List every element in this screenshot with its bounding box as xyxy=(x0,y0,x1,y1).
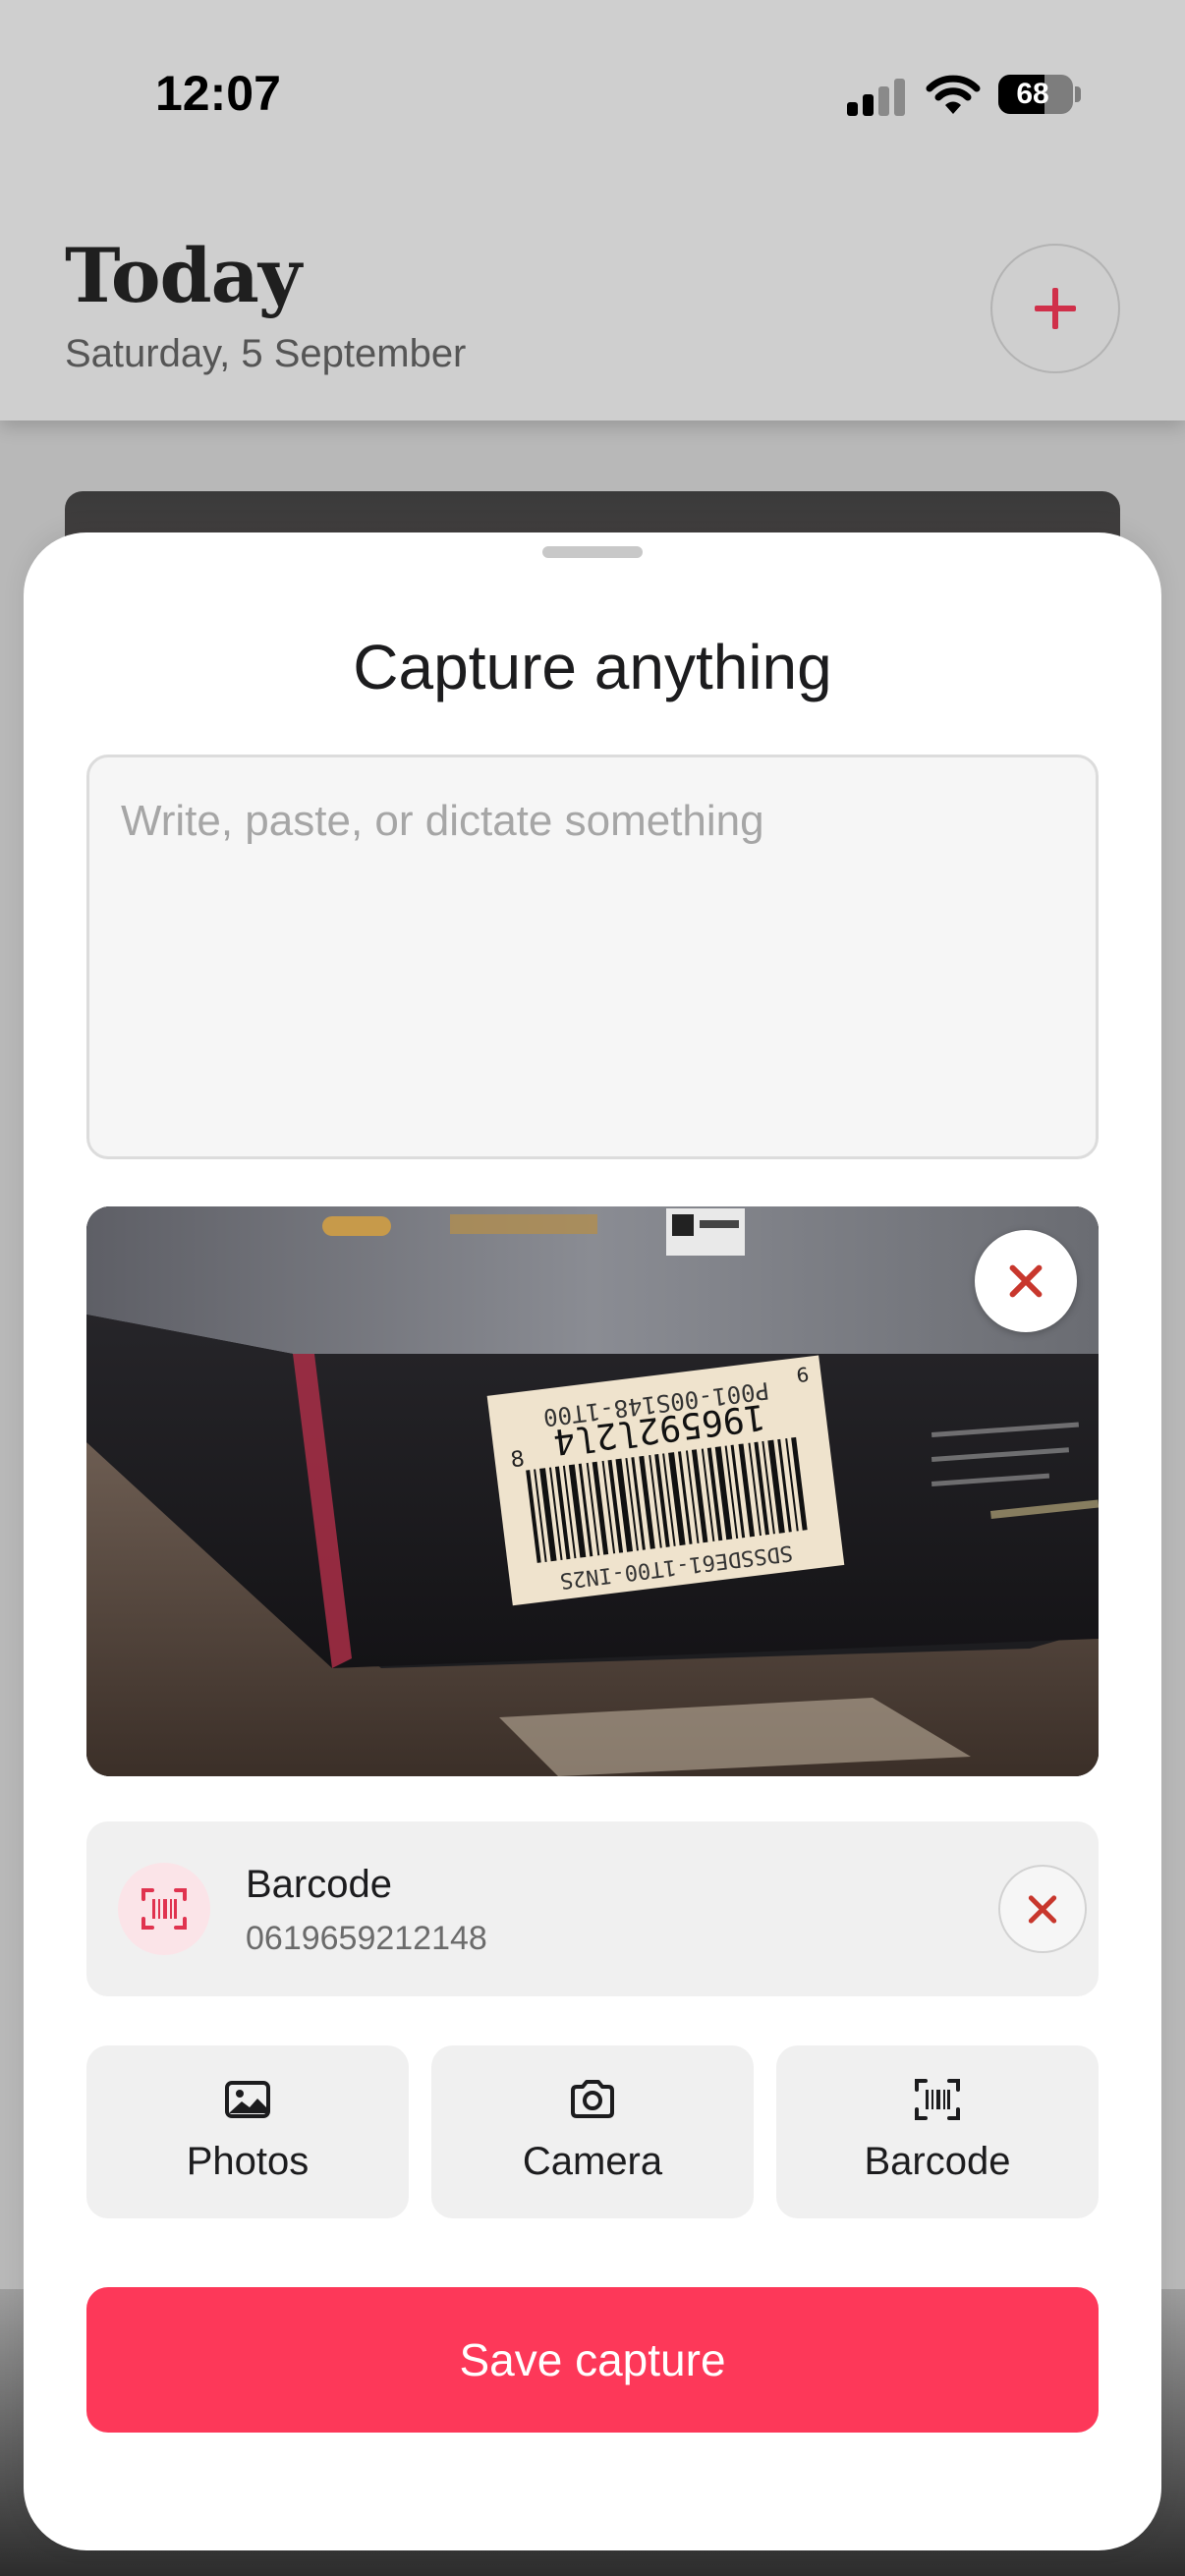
battery-cap xyxy=(1075,86,1081,102)
barcode-result: Barcode 0619659212148 xyxy=(86,1821,1099,1996)
barcode-scan-icon xyxy=(915,2079,960,2120)
barcode-value: 0619659212148 xyxy=(246,1920,487,1957)
photo-image: P001-00S148-1T00 196592l2l4 SDSSDE61-1T0… xyxy=(86,1206,1099,1776)
photos-button-label: Photos xyxy=(186,2140,310,2183)
wifi-icon xyxy=(926,75,981,114)
image-icon xyxy=(225,2081,270,2118)
barcode-scan-icon xyxy=(141,1888,187,1930)
page-date: Saturday, 5 September xyxy=(65,332,467,375)
camera-button-label: Camera xyxy=(522,2140,663,2183)
battery-percent: 68 xyxy=(1016,78,1049,110)
battery-icon: 68 xyxy=(998,75,1073,114)
status-bar: 12:07 68 xyxy=(0,0,1185,196)
add-button[interactable] xyxy=(990,244,1120,373)
capture-text-placeholder: Write, paste, or dictate something xyxy=(121,797,764,845)
status-time: 12:07 xyxy=(155,66,281,121)
remove-photo-button[interactable] xyxy=(975,1230,1077,1332)
barcode-label: Barcode xyxy=(246,1863,392,1906)
photos-button[interactable]: Photos xyxy=(86,2045,409,2218)
sheet-title: Capture anything xyxy=(353,632,832,702)
capture-text-input[interactable]: Write, paste, or dictate something xyxy=(86,755,1099,1159)
save-capture-label: Save capture xyxy=(459,2334,726,2385)
remove-barcode-button[interactable] xyxy=(998,1865,1087,1953)
cellular-signal-icon xyxy=(847,77,906,116)
barcode-button[interactable]: Barcode xyxy=(776,2045,1099,2218)
barcode-button-label: Barcode xyxy=(864,2140,1011,2183)
barcode-badge xyxy=(118,1863,210,1955)
camera-button[interactable]: Camera xyxy=(431,2045,754,2218)
sheet-grabber[interactable] xyxy=(542,546,643,558)
capture-sheet: Capture anything Write, paste, or dictat… xyxy=(24,532,1161,2550)
status-icons: 68 xyxy=(847,73,1083,122)
camera-icon xyxy=(571,2080,614,2118)
attached-photo: P001-00S148-1T00 196592l2l4 SDSSDE61-1T0… xyxy=(86,1206,1099,1776)
save-capture-button[interactable]: Save capture xyxy=(86,2287,1099,2433)
today-header: 12:07 68 Today Saturday, 5 September xyxy=(0,0,1185,420)
page-title: Today xyxy=(65,232,302,319)
